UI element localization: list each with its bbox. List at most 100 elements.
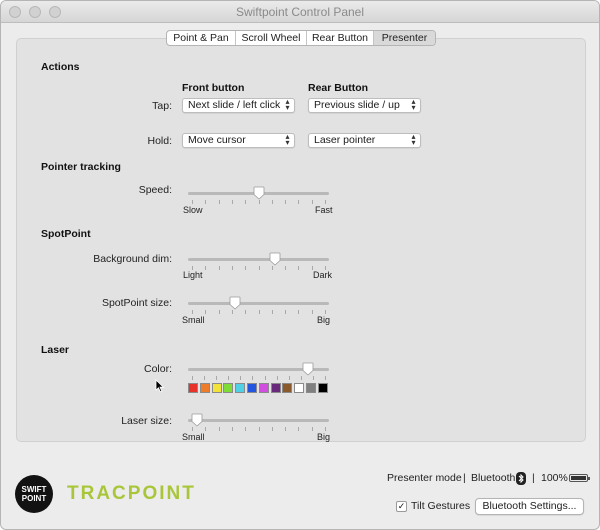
updown-chevron-icon: ▴ ▾ [411, 132, 416, 147]
slider-tick [298, 427, 300, 431]
slider-tick [258, 266, 260, 270]
slider-tick [298, 310, 300, 314]
slider-tick [205, 310, 207, 314]
tap-rear-value: Previous slide / up [314, 99, 400, 111]
slider-tick [300, 376, 302, 380]
hold-label: Hold: [147, 135, 172, 147]
slider-tick [245, 266, 247, 270]
slider-tick [228, 376, 230, 380]
slider-tick [204, 376, 206, 380]
status-separator: | [532, 472, 535, 484]
speed-label: Speed: [138, 184, 172, 196]
battery-icon [569, 474, 590, 482]
slider-tick [325, 200, 326, 204]
slider-track[interactable] [188, 258, 329, 261]
slider-tick [245, 200, 247, 204]
slider-tick [205, 427, 207, 431]
slider-tick [240, 376, 242, 380]
slider-tick [231, 266, 233, 270]
spotpoint-heading: SpotPoint [41, 228, 91, 240]
slider-tick [231, 310, 233, 314]
slider-tick [252, 376, 254, 380]
slider-tick [285, 200, 287, 204]
slider-tick [192, 376, 193, 380]
slider-tick [325, 310, 326, 314]
tab-presenter[interactable]: Presenter [374, 31, 435, 45]
slider-tick [205, 266, 207, 270]
slider-tick [271, 310, 273, 314]
slider-tick [245, 427, 247, 431]
slider-tick [218, 266, 220, 270]
dim-max-label: Dark [313, 270, 333, 280]
slider-tick [205, 200, 207, 204]
slider-tick [311, 200, 313, 204]
tap-rear-select[interactable]: Previous slide / up ▴ ▾ [308, 98, 421, 113]
slider-knob[interactable] [302, 362, 314, 376]
hold-rear-select[interactable]: Laser pointer ▴ ▾ [308, 133, 421, 148]
laser-size-max-label: Big [317, 432, 331, 442]
swiftpoint-logo: SWIFT POINT [15, 475, 53, 513]
battery-percent: 100% [541, 472, 568, 484]
bluetooth-settings-button[interactable]: Bluetooth Settings... [475, 498, 584, 515]
slider-tick [288, 376, 290, 380]
slider-tick [311, 310, 313, 314]
color-swatch[interactable] [258, 383, 269, 393]
spotpoint-size-min-label: Small [182, 315, 205, 325]
slider-tick [231, 200, 233, 204]
window-title: Swiftpoint Control Panel [235, 5, 365, 19]
tap-front-select[interactable]: Next slide / left click ▴ ▾ [182, 98, 295, 113]
background-dim-label: Background dim: [93, 253, 172, 265]
slider-tick [192, 310, 193, 314]
slider-tick [218, 310, 220, 314]
bluetooth-icon [516, 472, 526, 485]
color-swatch[interactable] [199, 383, 210, 393]
color-swatch[interactable] [306, 383, 316, 393]
slider-track[interactable] [188, 419, 329, 422]
slider-knob[interactable] [253, 186, 265, 200]
slider-tick [311, 427, 313, 431]
color-swatch[interactable] [294, 383, 305, 393]
slider-knob[interactable] [191, 413, 203, 427]
hold-front-select[interactable]: Move cursor ▴ ▾ [182, 133, 295, 148]
slider-tick [271, 427, 273, 431]
connection-status: Bluetooth [471, 472, 516, 484]
slider-tick [218, 200, 220, 204]
rear-button-header: Rear Button [308, 82, 369, 94]
color-swatch[interactable] [235, 383, 246, 393]
laser-heading: Laser [41, 344, 70, 356]
front-button-header: Front button [182, 82, 245, 94]
status-separator: | [463, 472, 466, 484]
color-swatch[interactable] [223, 383, 234, 393]
slider-track[interactable] [188, 302, 329, 305]
slider-knob[interactable] [229, 296, 241, 310]
spotpoint-size-label: SpotPoint size: [101, 297, 172, 309]
actions-heading: Actions [41, 61, 80, 73]
slider-tick [264, 376, 266, 380]
color-swatch[interactable] [188, 383, 198, 393]
color-swatch[interactable] [247, 383, 257, 393]
slider-tick [298, 266, 300, 270]
color-swatch[interactable] [282, 383, 293, 393]
tab-point-pan[interactable]: Point & Pan [167, 31, 236, 45]
slider-tick [192, 200, 193, 204]
slider-tick [216, 376, 218, 380]
tab-rear-button[interactable]: Rear Button [307, 31, 374, 45]
slider-tick [258, 427, 260, 431]
tilt-gestures-checkbox[interactable]: ✓ [396, 501, 407, 512]
tab-scroll-wheel[interactable]: Scroll Wheel [236, 31, 307, 45]
slider-knob[interactable] [269, 252, 281, 266]
updown-chevron-icon: ▴ ▾ [285, 97, 290, 112]
updown-chevron-icon: ▴ ▾ [411, 97, 416, 112]
slider-tick [285, 310, 287, 314]
color-swatch[interactable] [211, 383, 222, 393]
settings-panel [16, 38, 586, 442]
slider-tick [325, 427, 326, 431]
spotpoint-size-max-label: Big [317, 315, 331, 325]
slider-tick [276, 376, 278, 380]
color-swatch[interactable] [317, 383, 328, 393]
slider-tick [258, 310, 260, 314]
slider-tick [192, 427, 193, 431]
tilt-gestures-label[interactable]: Tilt Gestures [411, 500, 470, 512]
app-window: Swiftpoint Control Panel Point & Pan Scr… [0, 0, 600, 530]
color-swatch[interactable] [270, 383, 281, 393]
